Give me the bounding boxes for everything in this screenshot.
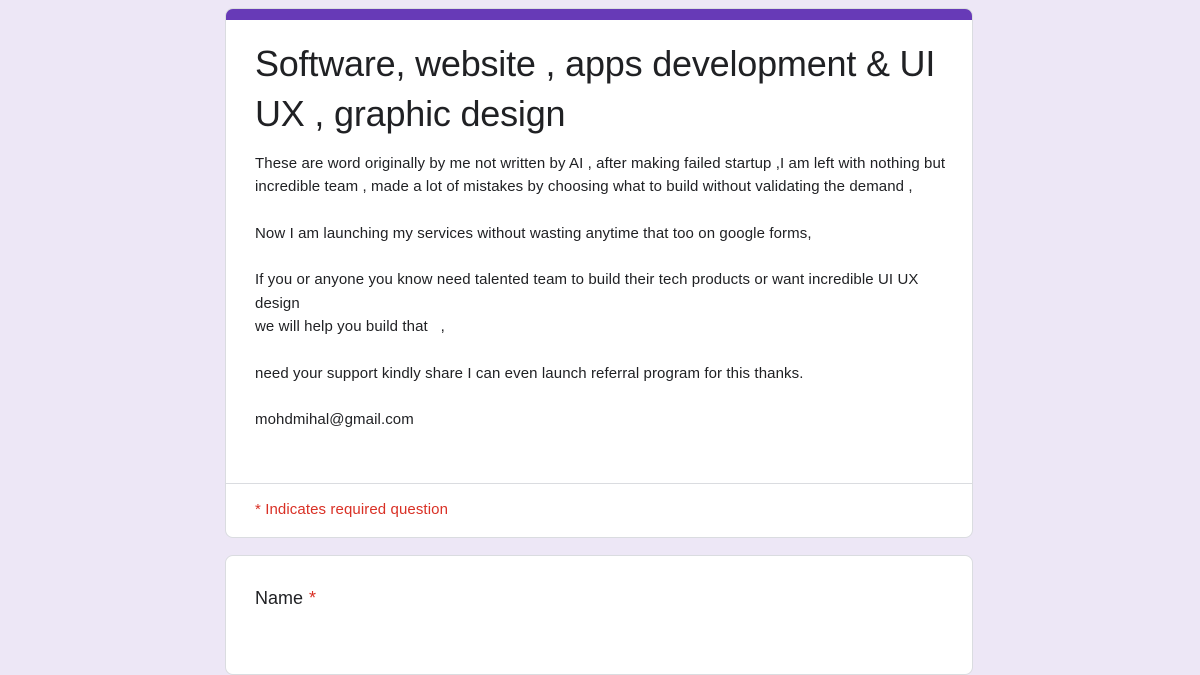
header-divider	[226, 483, 972, 484]
form-description: These are word originally by me not writ…	[255, 155, 946, 429]
question-label-text: Name	[255, 588, 304, 608]
theme-accent-bar	[226, 9, 972, 20]
required-question-note: * Indicates required question	[255, 501, 449, 518]
question-card-name[interactable]: Name *	[225, 555, 973, 675]
form-header-card: Software, website , apps development & U…	[225, 8, 973, 538]
form-title: Software, website , apps development & U…	[255, 43, 936, 134]
required-asterisk: *	[309, 588, 317, 608]
question-title: Name *	[255, 586, 316, 610]
